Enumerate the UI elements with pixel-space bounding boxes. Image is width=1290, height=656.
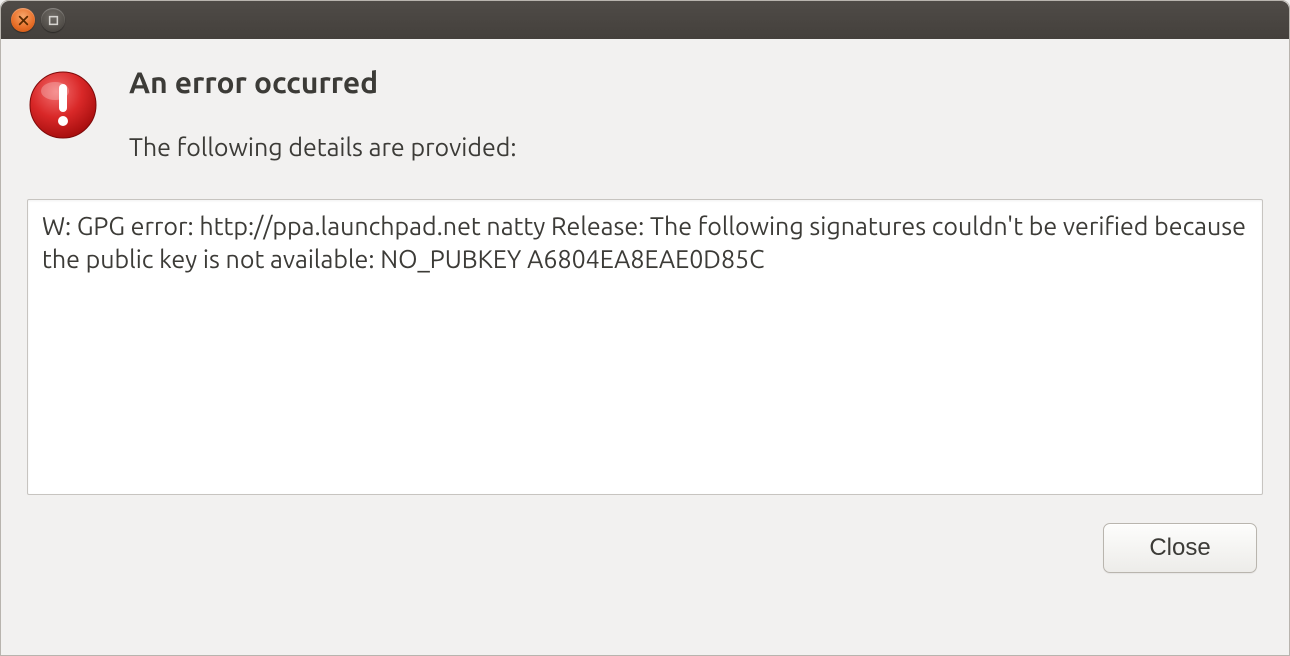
- error-details-text: W: GPG error: http://ppa.launchpad.net n…: [42, 212, 1246, 273]
- dialog-content: An error occurred The following details …: [1, 39, 1289, 655]
- header-row: An error occurred The following details …: [27, 65, 1263, 161]
- error-exclamation-icon: [27, 69, 99, 141]
- window-minimize-button[interactable]: [41, 8, 65, 32]
- minimize-square-icon: [48, 15, 59, 26]
- titlebar: [1, 1, 1289, 39]
- dialog-subtitle: The following details are provided:: [129, 133, 517, 161]
- header-text: An error occurred The following details …: [129, 65, 517, 161]
- window-close-button[interactable]: [11, 8, 35, 32]
- close-x-icon: [18, 15, 29, 26]
- close-button-label: Close: [1149, 534, 1210, 562]
- error-icon-wrap: [27, 65, 99, 161]
- error-details-box[interactable]: W: GPG error: http://ppa.launchpad.net n…: [27, 199, 1263, 495]
- close-button[interactable]: Close: [1103, 523, 1257, 573]
- dialog-title: An error occurred: [129, 65, 517, 99]
- error-dialog-window: An error occurred The following details …: [0, 0, 1290, 656]
- button-row: Close: [27, 523, 1263, 573]
